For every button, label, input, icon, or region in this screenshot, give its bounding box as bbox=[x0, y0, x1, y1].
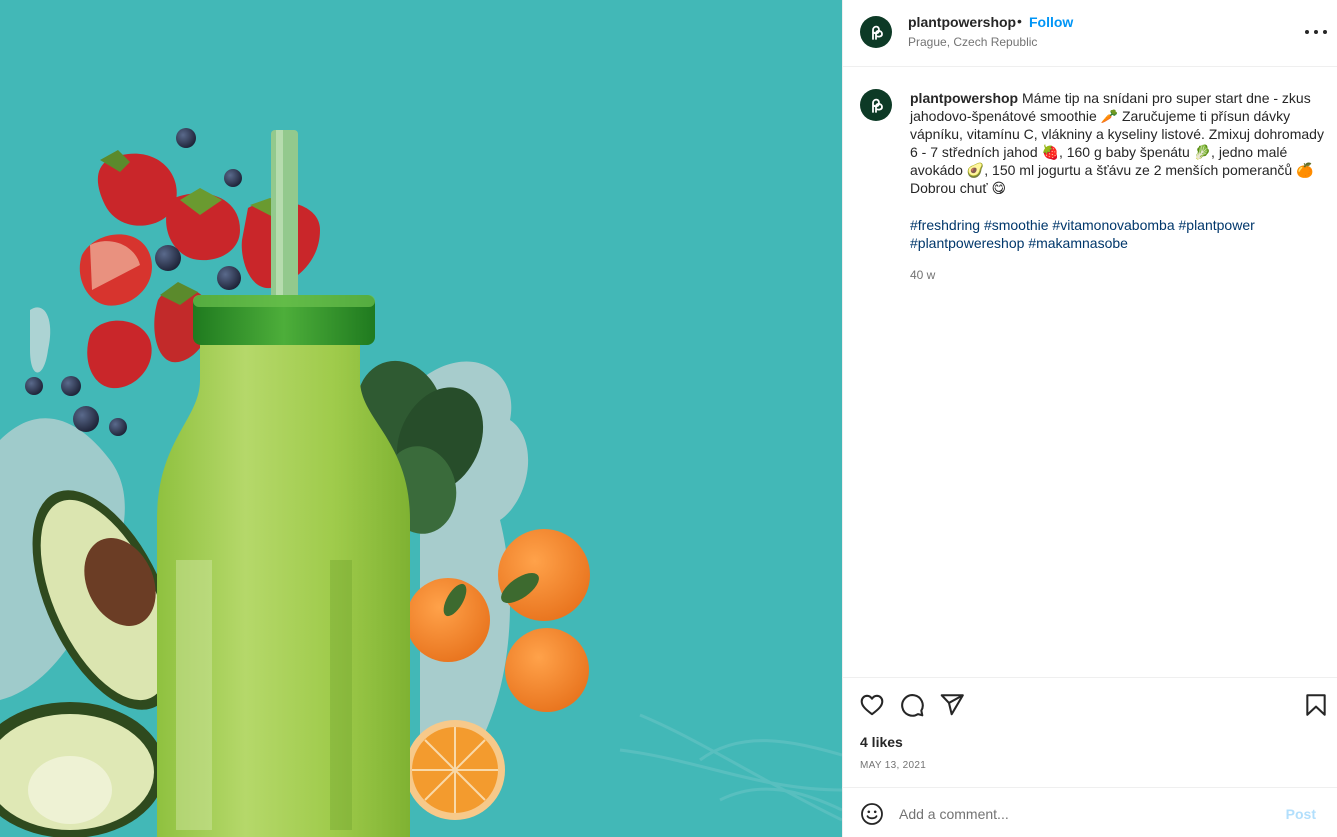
post-image[interactable] bbox=[0, 0, 842, 837]
emoji-icon[interactable] bbox=[860, 802, 884, 826]
heart-icon[interactable] bbox=[859, 692, 885, 718]
more-horizontal-icon[interactable] bbox=[1305, 22, 1327, 42]
post-comment-button[interactable]: Post bbox=[1286, 806, 1316, 822]
caption-avatar[interactable] bbox=[860, 89, 892, 121]
post-header: plantpowershop • Follow Prague, Czech Re… bbox=[843, 0, 1337, 67]
share-icon[interactable] bbox=[939, 692, 965, 718]
follow-button[interactable]: Follow bbox=[1029, 14, 1073, 30]
comment-input[interactable] bbox=[899, 801, 1279, 827]
hashtag-link[interactable]: #plantpower bbox=[1179, 217, 1255, 233]
post-date: MAY 13, 2021 bbox=[860, 760, 927, 771]
comment-bar: Post bbox=[843, 787, 1337, 837]
post-caption: plantpowershop Máme tip na snídani pro s… bbox=[910, 89, 1325, 197]
caption-username[interactable]: plantpowershop bbox=[910, 90, 1018, 106]
caption-section: plantpowershop Máme tip na snídani pro s… bbox=[843, 67, 1337, 677]
caption-age: 40 w bbox=[910, 268, 936, 282]
plantpower-logo-icon bbox=[872, 25, 883, 40]
hashtag-link[interactable]: #makamnasobe bbox=[1028, 235, 1128, 251]
separator-dot: • bbox=[1017, 13, 1022, 29]
hashtag-link[interactable]: #smoothie bbox=[984, 217, 1049, 233]
post-detail-panel: plantpowershop • Follow Prague, Czech Re… bbox=[842, 0, 1337, 837]
action-bar: 4 likes MAY 13, 2021 bbox=[843, 677, 1337, 787]
hashtag-link[interactable]: #freshdring bbox=[910, 217, 980, 233]
likes-count[interactable]: 4 likes bbox=[860, 734, 903, 750]
bookmark-icon[interactable] bbox=[1303, 692, 1329, 718]
avatar[interactable] bbox=[860, 16, 892, 48]
hashtag-list: #freshdring #smoothie #vitamonovabomba #… bbox=[910, 216, 1325, 252]
header-username[interactable]: plantpowershop bbox=[908, 14, 1016, 30]
hashtag-link[interactable]: #plantpowereshop bbox=[910, 235, 1024, 251]
hashtag-link[interactable]: #vitamonovabomba bbox=[1052, 217, 1174, 233]
plantpower-logo-icon bbox=[872, 98, 883, 113]
smoothie-illustration bbox=[0, 128, 842, 837]
location-link[interactable]: Prague, Czech Republic bbox=[908, 35, 1037, 49]
comment-icon[interactable] bbox=[899, 692, 925, 718]
